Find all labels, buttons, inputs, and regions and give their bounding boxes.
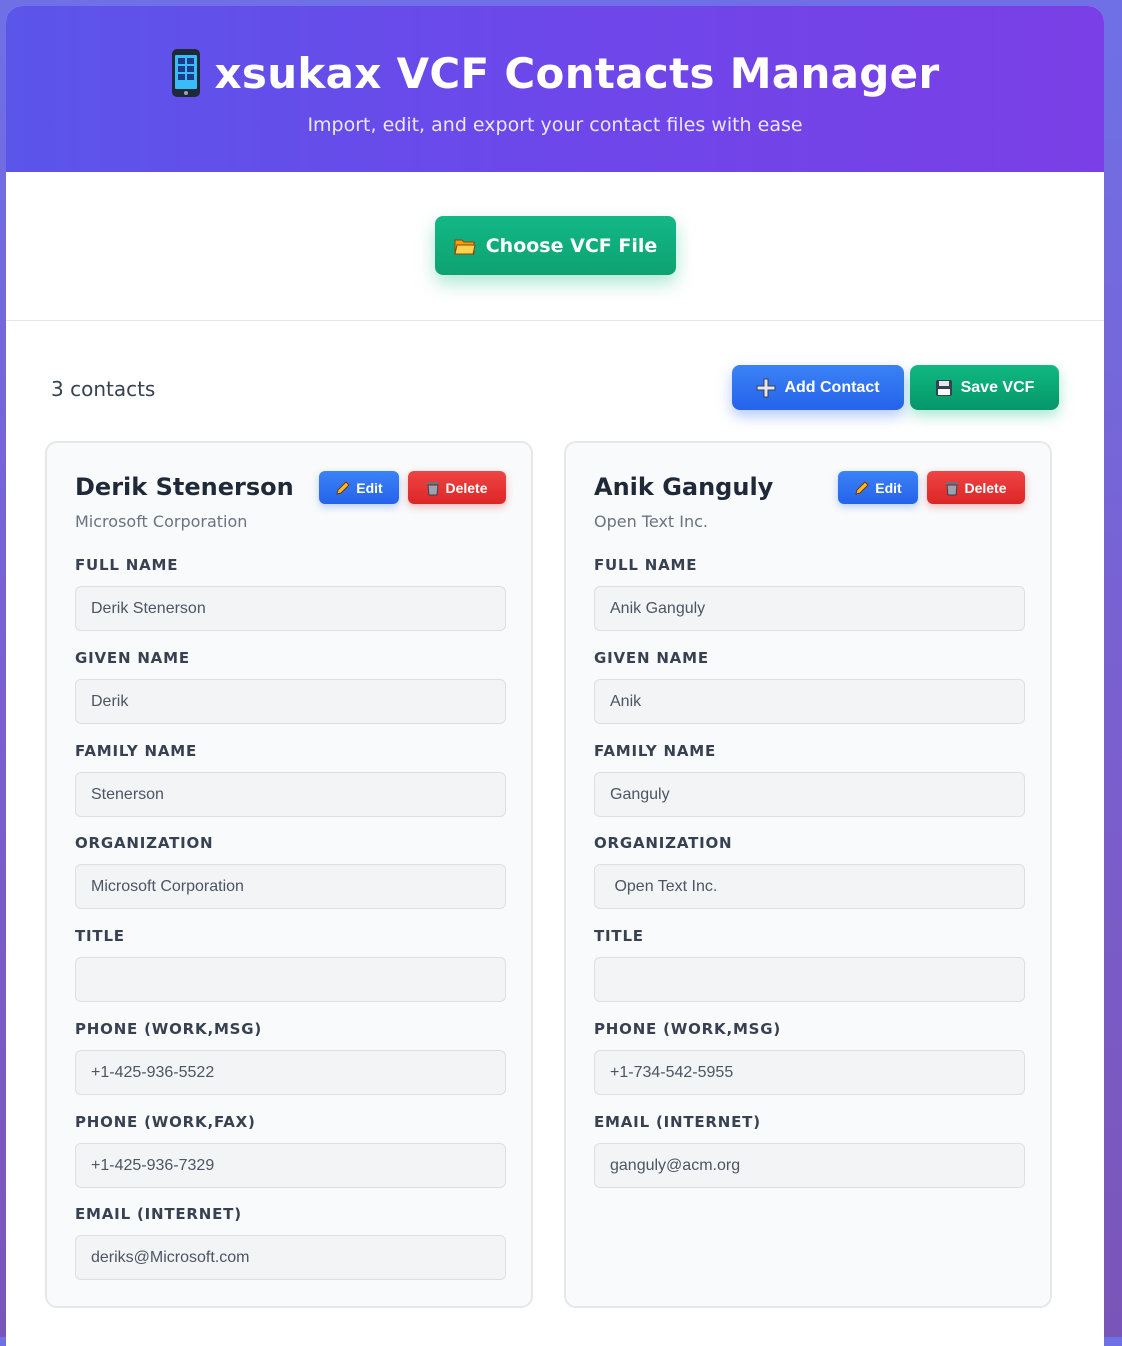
organization-input[interactable]: Open Text Inc. — [594, 864, 1025, 909]
phone-work-msg-input[interactable]: +1-425-936-5522 — [75, 1050, 506, 1095]
field-label: FAMILY NAME — [594, 742, 717, 760]
phone-work-fax-input[interactable]: +1-425-936-7329 — [75, 1143, 506, 1188]
field-label: GIVEN NAME — [75, 649, 190, 667]
contact-organization: Open Text Inc. — [594, 512, 709, 531]
field-label: GIVEN NAME — [594, 649, 709, 667]
family-name-input[interactable]: Ganguly — [594, 772, 1025, 817]
field-label: TITLE — [594, 927, 644, 945]
title-row: xsukax VCF Contacts Manager — [6, 48, 1104, 98]
add-contact-button[interactable]: Add Contact — [732, 365, 904, 410]
trash-icon — [945, 480, 959, 496]
field-label: PHONE (WORK,FAX) — [75, 1113, 256, 1131]
contact-name: Anik Ganguly — [594, 473, 774, 501]
folder-icon — [454, 237, 476, 255]
pencil-icon — [854, 480, 870, 496]
field-label: EMAIL (INTERNET) — [594, 1113, 761, 1131]
family-name-input[interactable]: Stenerson — [75, 772, 506, 817]
contact-organization: Microsoft Corporation — [75, 512, 248, 531]
email-input[interactable]: ganguly@acm.org — [594, 1143, 1025, 1188]
save-vcf-button[interactable]: Save VCF — [910, 365, 1059, 410]
edit-button[interactable]: Edit — [838, 471, 918, 504]
email-input[interactable]: deriks@Microsoft.com — [75, 1235, 506, 1280]
delete-label: Delete — [964, 479, 1007, 496]
floppy-disk-icon — [935, 379, 953, 397]
trash-icon — [426, 480, 440, 496]
edit-label: Edit — [875, 479, 902, 496]
contact-count: 3 contacts — [51, 377, 156, 401]
contact-card: Anik Ganguly Open Text Inc. Edit Delete … — [564, 441, 1052, 1308]
save-vcf-label: Save VCF — [960, 378, 1035, 396]
edit-label: Edit — [356, 479, 383, 496]
given-name-input[interactable]: Derik — [75, 679, 506, 724]
delete-button[interactable]: Delete — [408, 471, 506, 504]
full-name-input[interactable]: Anik Ganguly — [594, 586, 1025, 631]
choose-vcf-file-button[interactable]: Choose VCF File — [435, 216, 676, 275]
pencil-icon — [335, 480, 351, 496]
plus-icon — [756, 378, 776, 398]
title-input[interactable] — [594, 957, 1025, 1002]
field-label: TITLE — [75, 927, 125, 945]
full-name-input[interactable]: Derik Stenerson — [75, 586, 506, 631]
delete-button[interactable]: Delete — [927, 471, 1025, 504]
contacts-toolbar: 3 contacts Add Contact Save VCF — [6, 321, 1104, 443]
choose-vcf-file-label: Choose VCF File — [485, 234, 658, 257]
field-label: FULL NAME — [594, 556, 698, 574]
upload-section: Choose VCF File — [6, 172, 1104, 321]
title-input[interactable] — [75, 957, 506, 1002]
field-label: ORGANIZATION — [594, 834, 733, 852]
field-label: EMAIL (INTERNET) — [75, 1205, 242, 1223]
mobile-phone-icon — [171, 48, 201, 98]
given-name-input[interactable]: Anik — [594, 679, 1025, 724]
phone-work-msg-input[interactable]: +1-734-542-5955 — [594, 1050, 1025, 1095]
app-subtitle: Import, edit, and export your contact fi… — [307, 114, 803, 136]
delete-label: Delete — [445, 479, 488, 496]
contact-card: Derik Stenerson Microsoft Corporation Ed… — [45, 441, 533, 1308]
field-label: FAMILY NAME — [75, 742, 198, 760]
app-title: xsukax VCF Contacts Manager — [214, 48, 940, 98]
add-contact-label: Add Contact — [784, 378, 880, 396]
edit-button[interactable]: Edit — [319, 471, 399, 504]
field-label: PHONE (WORK,MSG) — [75, 1020, 263, 1038]
organization-input[interactable]: Microsoft Corporation — [75, 864, 506, 909]
field-label: FULL NAME — [75, 556, 179, 574]
field-label: ORGANIZATION — [75, 834, 214, 852]
field-label: PHONE (WORK,MSG) — [594, 1020, 782, 1038]
contact-name: Derik Stenerson — [75, 473, 294, 501]
app-header: xsukax VCF Contacts Manager Import, edit… — [6, 6, 1104, 172]
